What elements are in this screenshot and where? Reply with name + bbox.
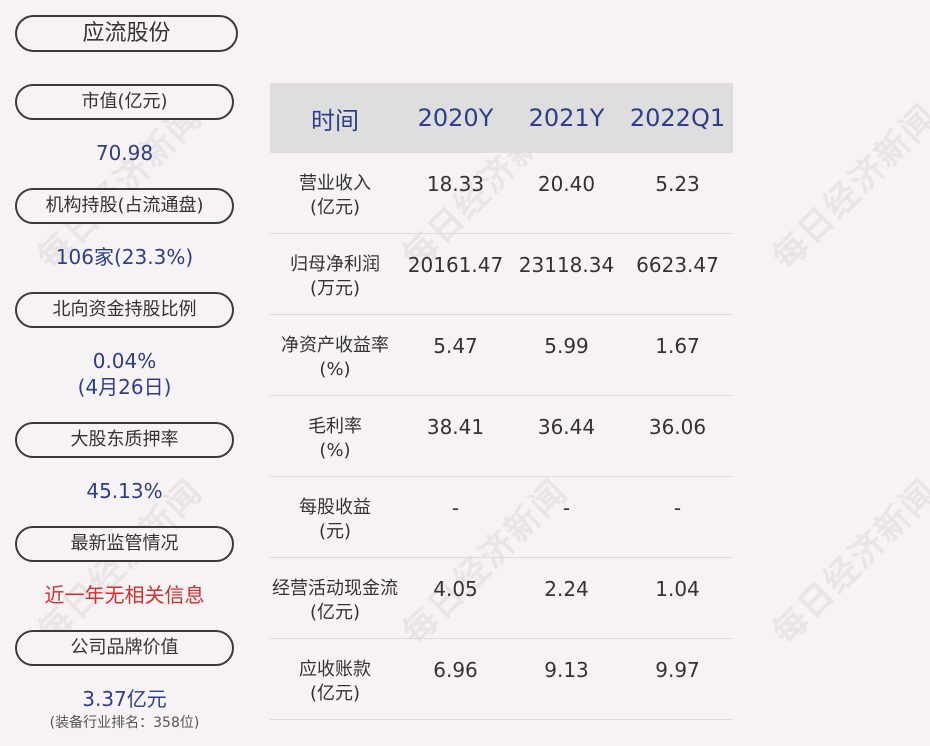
table-cell: 36.44 [537, 415, 596, 439]
table-cell: 5.23 [655, 172, 700, 196]
market-cap-value: 70.98 [95, 141, 154, 165]
brand-value-value: 3.37亿元 [82, 687, 167, 711]
table-cell: - [562, 496, 571, 520]
pledge-ratio-value: 45.13% [86, 479, 163, 503]
table-cell: 36.06 [648, 415, 707, 439]
row-label: 经营活动现金流 (亿元) [272, 578, 398, 623]
table-cell: 20.40 [537, 172, 596, 196]
table-cell: - [673, 496, 682, 520]
table-cell: 20161.47 [407, 253, 504, 277]
institutional-holding-value: 106家(23.3%) [55, 245, 194, 269]
table-cell: 9.13 [544, 658, 589, 682]
table-cell: 9.97 [655, 658, 700, 682]
watermark-text: 每日经济新闻 [764, 471, 930, 653]
row-label: 归母净利润 (万元) [290, 254, 380, 299]
row-label: 每股收益 (元) [299, 497, 371, 542]
table-cell: 5.47 [433, 334, 478, 358]
regulatory-status-label: 最新监管情况 [15, 526, 234, 562]
institutional-holding-label: 机构持股(占流通盘) [15, 188, 234, 224]
market-cap-label: 市值(亿元) [15, 84, 234, 120]
table-row: 净资产收益率 (%) 5.47 5.99 1.67 [270, 315, 733, 396]
table-cell: 38.41 [426, 415, 485, 439]
table-cell: 18.33 [426, 172, 485, 196]
row-label: 毛利率 (%) [308, 416, 362, 461]
header-2020y: 2020Y [417, 104, 494, 132]
regulatory-status-value: 近一年无相关信息 [44, 583, 205, 607]
brand-value-rank-note: (装备行业排名：358位) [49, 715, 200, 731]
table-row: 营业收入 (亿元) 18.33 20.40 5.23 [270, 153, 733, 234]
brand-value-label: 公司品牌价值 [15, 630, 234, 666]
table-cell: 1.67 [655, 334, 700, 358]
company-name: 应流股份 [15, 15, 238, 52]
table-cell: 4.05 [433, 577, 478, 601]
row-label: 营业收入 (亿元) [299, 173, 371, 218]
row-label: 净资产收益率 (%) [281, 335, 389, 380]
table-header: 时间 2020Y 2021Y 2022Q1 [270, 83, 733, 153]
watermark-text: 每日经济新闻 [764, 96, 930, 278]
table-cell: 6.96 [433, 658, 478, 682]
table-row: 每股收益 (元) - - - [270, 477, 733, 558]
table-cell: 23118.34 [518, 253, 615, 277]
row-label: 应收账款 (亿元) [299, 659, 371, 704]
table-row: 经营活动现金流 (亿元) 4.05 2.24 1.04 [270, 558, 733, 639]
header-2022q1: 2022Q1 [629, 104, 726, 132]
financial-table: 时间 2020Y 2021Y 2022Q1 营业收入 (亿元) 18.33 20.… [270, 83, 733, 720]
header-time: 时间 [311, 106, 359, 135]
header-2021y: 2021Y [528, 104, 605, 132]
table-cell: - [451, 496, 460, 520]
table-row: 毛利率 (%) 38.41 36.44 36.06 [270, 396, 733, 477]
table-cell: 1.04 [655, 577, 700, 601]
table-cell: 2.24 [544, 577, 589, 601]
northbound-holding-label: 北向资金持股比例 [15, 292, 234, 328]
northbound-holding-date: (4月26日) [77, 375, 172, 399]
table-row: 归母净利润 (万元) 20161.47 23118.34 6623.47 [270, 234, 733, 315]
table-cell: 6623.47 [636, 253, 719, 277]
table-cell: 5.99 [544, 334, 589, 358]
northbound-holding-value: 0.04% [92, 349, 157, 373]
pledge-ratio-label: 大股东质押率 [15, 422, 234, 458]
table-row: 应收账款 (亿元) 6.96 9.13 9.97 [270, 639, 733, 720]
